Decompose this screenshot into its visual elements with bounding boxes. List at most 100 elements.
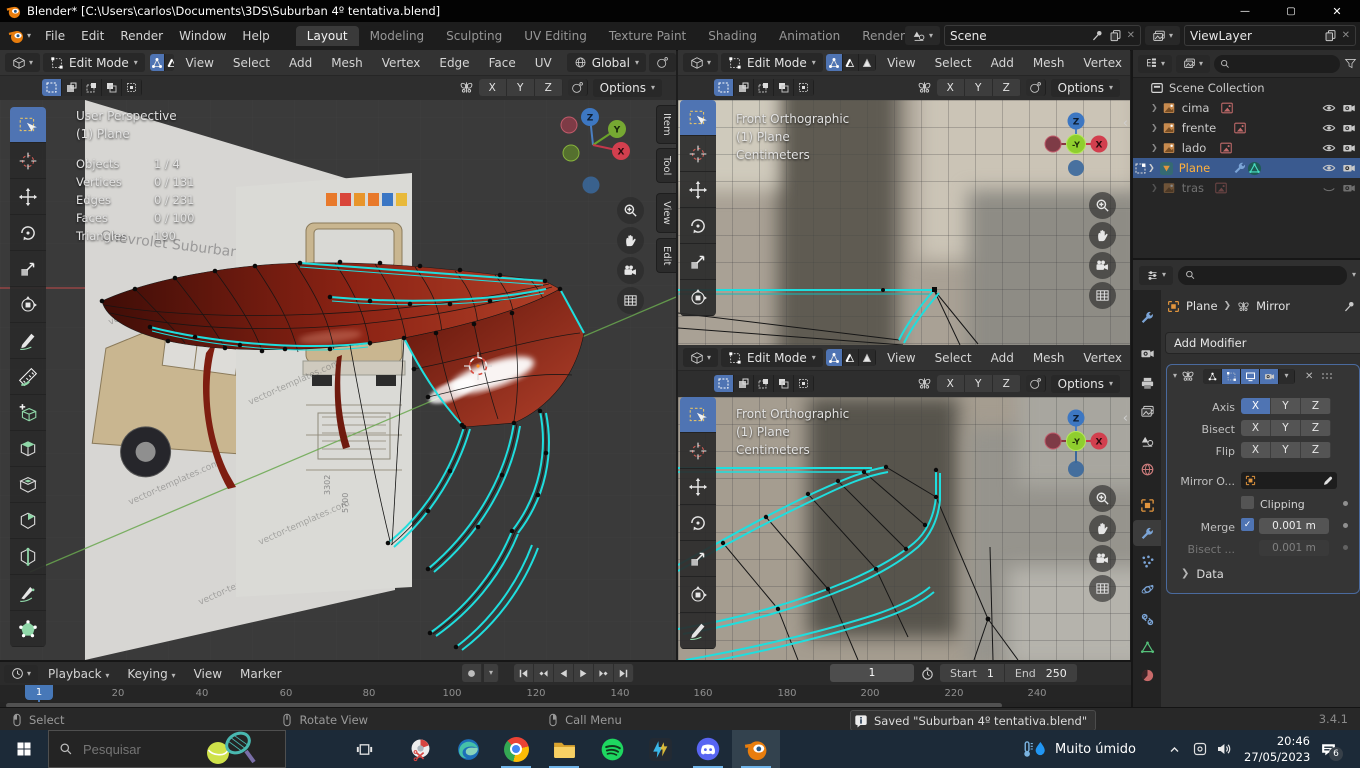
mirror-object-field[interactable] [1241,472,1337,489]
tool-rotate-button[interactable] [10,215,46,251]
navigation-gizmo[interactable]: Z X -Y [1040,397,1112,477]
outliner-display-mode-button[interactable]: ▾ [1176,55,1210,73]
menu-edge[interactable]: Edge [431,56,477,70]
select-box-mode-button[interactable] [714,79,734,96]
select-subtract-button[interactable] [754,375,774,392]
viewport-main-canvas[interactable]: Chevrolet Suburban (2015) vector-templat… [0,75,676,660]
workspace-tab-modeling[interactable]: Modeling [359,26,436,46]
mirror-z-button[interactable]: Z [993,375,1021,392]
animate-dot[interactable] [1343,545,1348,550]
merge-checkbox[interactable]: ✓ [1241,518,1254,531]
taskbar-search-input[interactable] [81,741,200,758]
taskbar-clock[interactable]: 20:46 27/05/2023 [1244,733,1310,765]
pan-view-button[interactable] [1089,515,1116,542]
menu-help[interactable]: Help [234,29,277,43]
pin-icon[interactable] [1343,300,1356,313]
camera-view-button[interactable] [617,257,644,284]
tab-particles[interactable] [1133,548,1161,574]
axis-z-button[interactable]: Z [1301,398,1331,414]
menu-vertex[interactable]: Vertex [374,56,429,70]
viewport-top-canvas[interactable]: Front Orthographic (1) Plane Centimeters… [678,100,1130,345]
select-extend-button[interactable] [734,79,754,96]
select-intersect-button[interactable] [794,79,814,96]
tool-transform-button[interactable] [680,280,716,316]
notification-center-button[interactable]: 6 [1320,730,1337,768]
menu-vertex[interactable]: Vertex [1075,56,1130,70]
remove-modifier-icon[interactable]: ✕ [1305,371,1313,382]
properties-search-input[interactable] [1200,268,1340,282]
current-frame-field[interactable]: 1 [830,664,914,682]
auto-keying-button[interactable] [462,664,482,682]
sidebar-collapse-arrow[interactable]: ‹ [1123,411,1128,426]
hide-eye-icon[interactable] [1322,141,1336,155]
select-subtract-button[interactable] [754,79,774,96]
filter-icon[interactable] [1344,57,1357,70]
tool-scale-button[interactable] [680,541,716,577]
menu-select[interactable]: Select [927,56,980,70]
axis-y-button[interactable]: Y [1271,398,1301,414]
proportional-editing-button[interactable] [1026,79,1046,96]
clipping-checkbox[interactable] [1241,496,1254,509]
scene-selector[interactable]: Scene ✕ [944,25,1141,46]
tool-measure-button[interactable] [10,359,46,395]
next-keyframe-button[interactable] [594,664,614,682]
options-dropdown[interactable]: Options▾ [1051,375,1120,393]
select-box-mode-button[interactable] [714,375,734,392]
snapping-button[interactable] [649,53,676,72]
close-button[interactable]: ✕ [1314,0,1360,22]
face-select-button[interactable] [859,349,876,366]
tab-render[interactable] [1133,340,1161,366]
outliner-search-input[interactable] [1234,57,1334,71]
start-button[interactable] [0,730,48,768]
outliner-editor-type-button[interactable]: ▾ [1138,55,1172,73]
tool-inset-faces-button[interactable] [10,467,46,503]
toggle-ortho-button[interactable] [617,287,644,314]
maximize-button[interactable]: ▢ [1268,0,1314,22]
properties-search[interactable] [1178,266,1347,285]
taskbar-app-spotify[interactable] [588,730,636,768]
hide-eye-icon[interactable] [1322,161,1336,175]
tool-cursor-button[interactable] [680,136,716,172]
mirror-y-button[interactable]: Y [965,79,993,96]
tool-cursor-button[interactable] [10,143,46,179]
editor-type-button[interactable]: ▾ [683,348,718,367]
menu-marker[interactable]: Marker [232,667,289,681]
taskbar-search[interactable] [48,730,286,768]
bisect-distance-field[interactable]: 0.001 m [1259,540,1329,556]
minimize-button[interactable]: — [1222,0,1268,22]
select-invert-button[interactable] [102,79,122,96]
search-highlight-image[interactable] [200,731,258,767]
tool-annotate-button[interactable] [680,613,716,649]
tool-transform-button[interactable] [680,577,716,613]
remove-viewlayer-icon[interactable]: ✕ [1342,30,1350,41]
sidebar-tab-tool[interactable]: Tool [656,148,676,183]
zoom-view-button[interactable] [617,197,644,224]
extras-dropdown-button[interactable]: ▾ [1279,369,1295,384]
mode-dropdown[interactable]: Edit Mode▾ [43,53,145,72]
keying-set-dropdown[interactable]: ▾ [484,664,499,682]
bisect-y-button[interactable]: Y [1271,420,1301,436]
edge-select-button[interactable] [843,349,860,366]
mirror-y-button[interactable]: Y [965,375,993,392]
menu-view[interactable]: View [186,667,230,681]
merge-threshold-field[interactable]: 0.001 m [1259,518,1329,534]
tool-annotate-button[interactable] [10,323,46,359]
workspace-tab-shading[interactable]: Shading [697,26,768,46]
tool-bevel-button[interactable] [10,503,46,539]
toggle-ortho-button[interactable] [1089,282,1116,309]
viewport-front-bottom[interactable]: ▾ Edit Mode▾ View Select Add Mesh Vertex [678,345,1130,660]
drag-handle-icon[interactable] [1321,371,1333,381]
workspace-tab-layout[interactable]: Layout [296,26,359,46]
menu-select[interactable]: Select [225,56,278,70]
mode-dropdown[interactable]: Edit Mode▾ [721,348,823,367]
use-preview-range-icon[interactable] [920,666,935,681]
tool-box-select-button[interactable] [680,100,716,136]
tab-tool[interactable] [1133,304,1161,330]
menu-view[interactable]: View [177,56,221,70]
menu-window[interactable]: Window [171,29,234,43]
camera-view-button[interactable] [1089,252,1116,279]
properties-editor-type-button[interactable]: ▾ [1139,266,1173,285]
tool-extrude-region-button[interactable] [10,431,46,467]
menu-add[interactable]: Add [983,351,1022,365]
new-viewlayer-icon[interactable] [1324,29,1337,42]
